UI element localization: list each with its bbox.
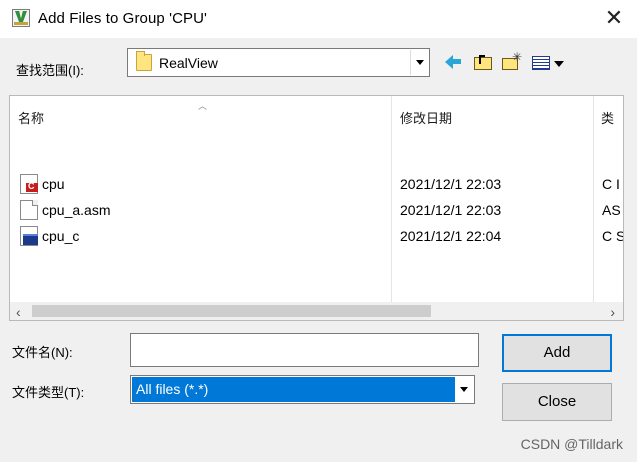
- file-type: C S: [602, 228, 624, 244]
- file-type: AS: [602, 202, 621, 218]
- chevron-right-icon[interactable]: ›: [610, 304, 615, 320]
- file-type-select[interactable]: All files (*.*): [130, 375, 475, 404]
- asm-file-icon: [20, 200, 38, 220]
- file-name: cpu_a.asm: [42, 202, 111, 218]
- watermark: CSDN @Tilldark: [520, 436, 623, 452]
- file-name: cpu: [42, 176, 65, 192]
- file-modified: 2021/12/1 22:03: [400, 176, 502, 192]
- column-header-modified[interactable]: 修改日期: [400, 108, 452, 127]
- look-in-value: RealView: [159, 55, 218, 71]
- sort-caret-icon: ︿: [198, 101, 208, 111]
- back-arrow-icon[interactable]: [444, 51, 466, 73]
- file-name-field[interactable]: [130, 333, 479, 367]
- chevron-down-icon[interactable]: [410, 50, 428, 75]
- column-header-name[interactable]: 名称: [18, 108, 44, 127]
- file-list[interactable]: ︿ 名称 修改日期 类 cpu 2021/12/1 22:03 C I cpu_…: [9, 95, 624, 321]
- up-folder-icon[interactable]: [472, 51, 494, 73]
- keil-app-icon: [12, 9, 30, 27]
- chevron-left-icon[interactable]: ‹: [16, 304, 21, 320]
- file-modified: 2021/12/1 22:04: [400, 228, 502, 244]
- look-in-label: 查找范围(I):: [16, 63, 84, 78]
- dialog-body: 查找范围(I): RealView ✳ ︿ 名称 修改日期 类 cpu 2021…: [0, 38, 637, 462]
- horizontal-scrollbar[interactable]: ‹ ›: [10, 302, 623, 320]
- column-header-type[interactable]: 类: [601, 108, 614, 127]
- file-name-label: 文件名(N):: [12, 345, 73, 360]
- list-item[interactable]: cpu_c 2021/12/1 22:04 C S: [10, 224, 623, 250]
- add-button[interactable]: Add: [502, 334, 612, 372]
- folder-icon: [136, 51, 152, 71]
- list-item[interactable]: cpu 2021/12/1 22:03 C I: [10, 172, 623, 198]
- close-button[interactable]: Close: [502, 383, 612, 421]
- title-bar: Add Files to Group 'CPU' ✕: [0, 0, 637, 38]
- new-folder-icon[interactable]: ✳: [500, 50, 522, 73]
- file-modified: 2021/12/1 22:03: [400, 202, 502, 218]
- chevron-down-icon[interactable]: [455, 377, 473, 402]
- c-source-icon: [20, 174, 38, 194]
- close-icon[interactable]: ✕: [599, 4, 629, 34]
- file-type-label: 文件类型(T):: [12, 385, 85, 400]
- object-file-icon: [20, 226, 38, 246]
- scrollbar-thumb[interactable]: [32, 305, 431, 317]
- list-item[interactable]: cpu_a.asm 2021/12/1 22:03 AS: [10, 198, 623, 224]
- list-header: ︿ 名称 修改日期 类: [10, 96, 623, 132]
- window-title: Add Files to Group 'CPU': [38, 10, 208, 27]
- look-in-combobox[interactable]: RealView: [127, 48, 430, 77]
- view-menu-icon[interactable]: [530, 51, 566, 73]
- file-type: C I: [602, 176, 620, 192]
- file-type-value: All files (*.*): [132, 377, 455, 402]
- file-name: cpu_c: [42, 228, 80, 244]
